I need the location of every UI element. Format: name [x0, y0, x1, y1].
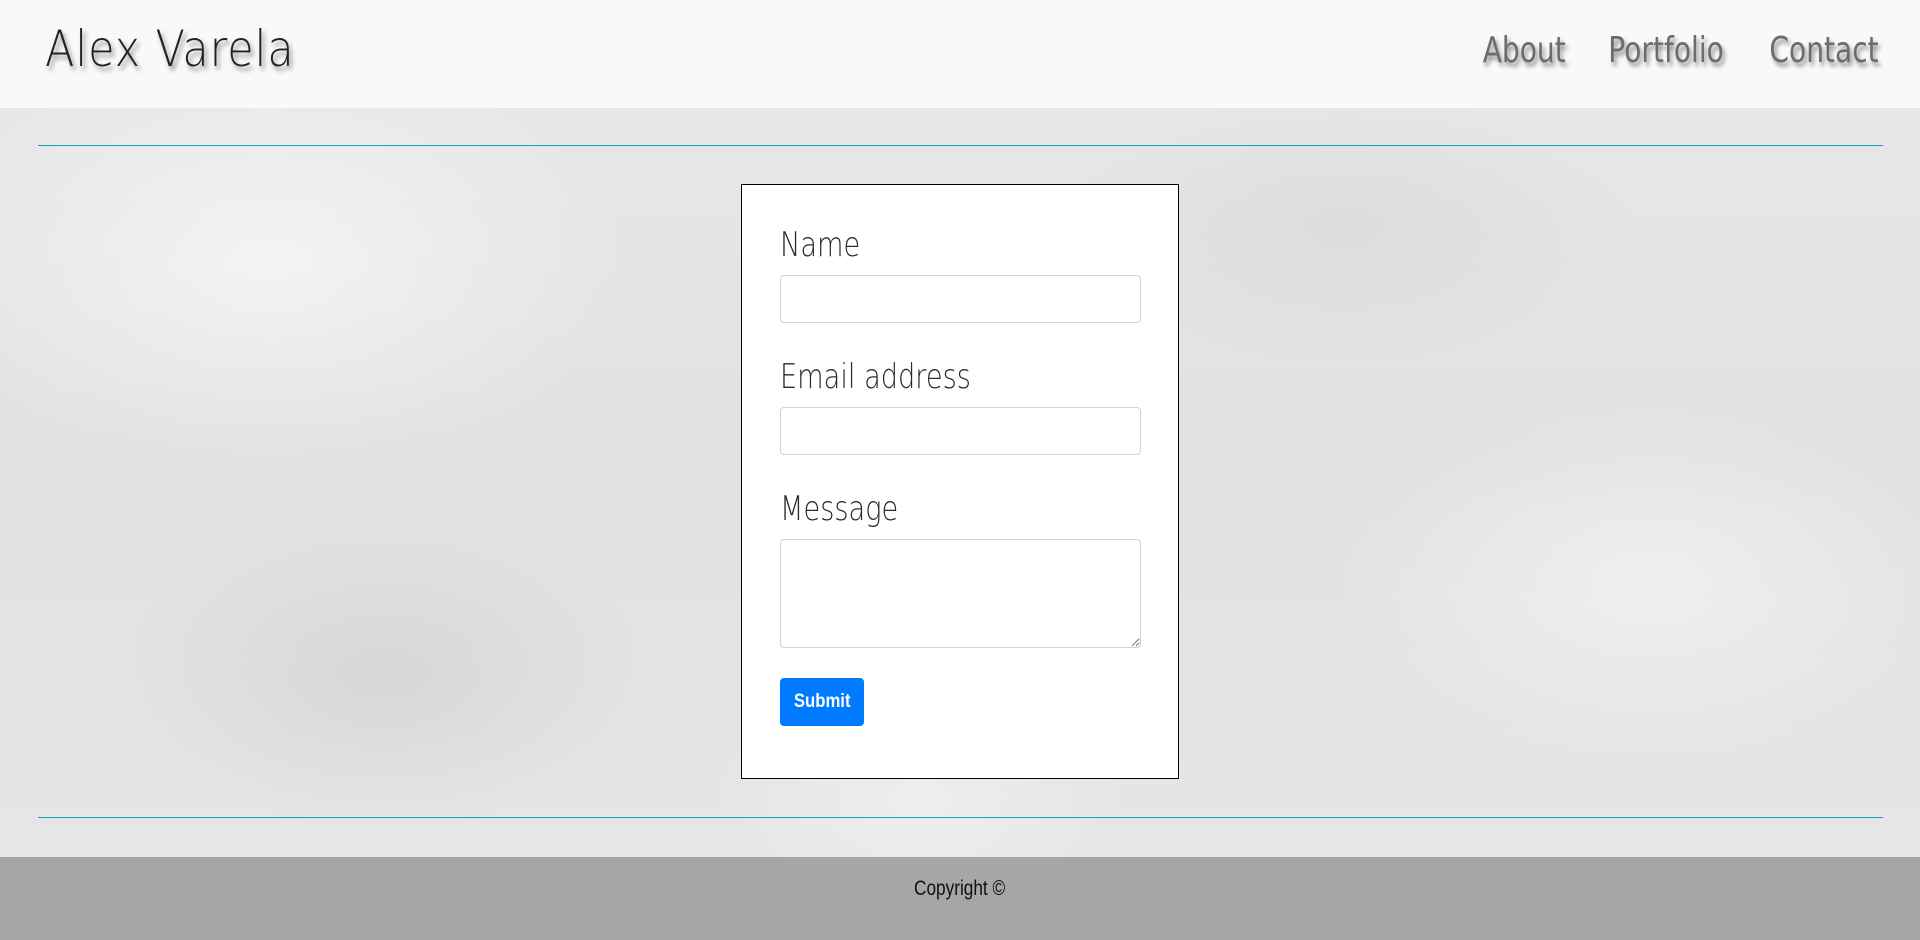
- nav-link-contact[interactable]: Contact: [1769, 30, 1878, 71]
- message-label: Message: [780, 489, 899, 529]
- submit-button-label: Submit: [793, 691, 851, 712]
- nav-link-portfolio[interactable]: Portfolio: [1608, 30, 1724, 71]
- navbar: Alex Varela About Portfolio Contact: [0, 0, 1920, 108]
- contact-form: Name Email address Message Submit: [780, 221, 1141, 726]
- top-divider: [38, 145, 1883, 146]
- nav-links: About Portfolio Contact: [1457, 30, 1894, 71]
- contact-form-card: Name Email address Message Submit: [741, 184, 1179, 779]
- name-label: Name: [780, 225, 861, 265]
- copyright-text: Copyright ©: [914, 877, 1006, 900]
- submit-button[interactable]: Submit: [780, 678, 864, 726]
- nav-link-about[interactable]: About: [1483, 30, 1566, 71]
- email-label: Email address: [780, 357, 971, 397]
- message-textarea[interactable]: [780, 539, 1141, 648]
- bottom-divider: [38, 817, 1883, 818]
- email-input[interactable]: [780, 407, 1141, 455]
- footer: Copyright ©: [0, 857, 1920, 940]
- brand-logo-link[interactable]: Alex Varela: [45, 20, 295, 78]
- name-input[interactable]: [780, 275, 1141, 323]
